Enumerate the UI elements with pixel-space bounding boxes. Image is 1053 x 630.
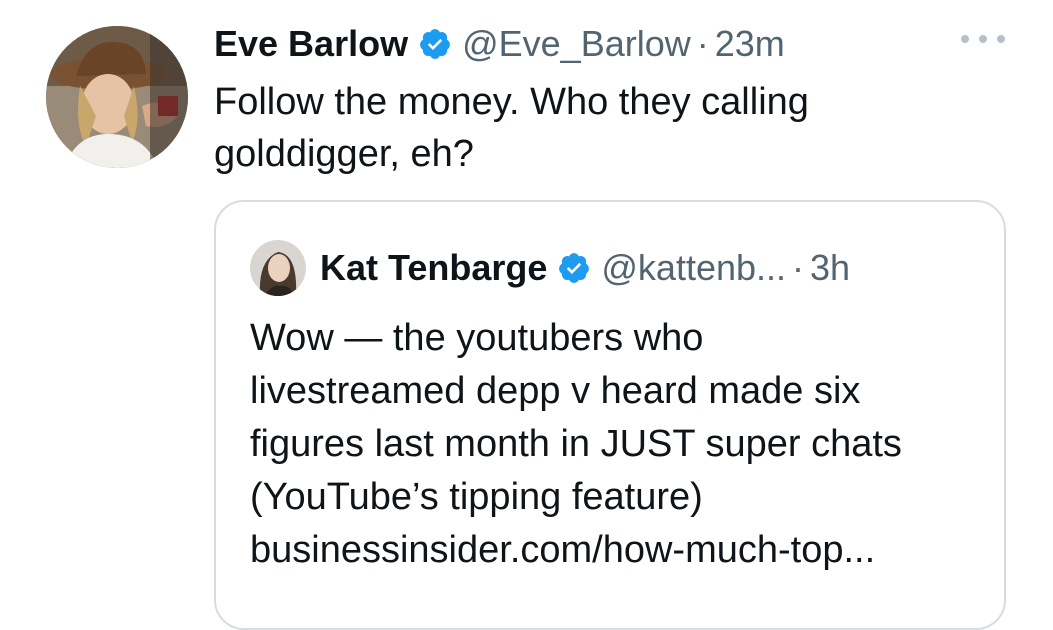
tweet-card[interactable]: Eve Barlow @Eve_Barlow · 23m Follow the … <box>0 0 1053 630</box>
tweet-timestamp[interactable]: 23m <box>715 22 785 66</box>
quoted-author-avatar[interactable] <box>250 240 306 296</box>
more-options-icon[interactable] <box>961 24 1005 54</box>
author-handle[interactable]: @Eve_Barlow <box>462 22 691 66</box>
quoted-text-line: figures last month in JUST super chats <box>250 423 902 465</box>
verified-badge-icon <box>418 27 452 61</box>
quoted-tweet-header: Kat Tenbarge @kattenb... · 3h <box>250 240 850 296</box>
avatar-photo-icon <box>250 240 306 296</box>
author-name[interactable]: Eve Barlow <box>214 22 408 66</box>
quoted-tweet-text: Wow — the youtubers who livestreamed dep… <box>250 312 990 577</box>
dot-2 <box>979 35 987 43</box>
tweet-header: Eve Barlow @Eve_Barlow · 23m <box>214 22 785 66</box>
quoted-author-handle[interactable]: @kattenb... <box>601 247 786 289</box>
dot-1 <box>961 35 969 43</box>
dot-3 <box>997 35 1005 43</box>
verified-badge-icon <box>557 251 591 285</box>
tweet-text: Follow the money. Who they calling goldd… <box>214 81 809 175</box>
quoted-author-name[interactable]: Kat Tenbarge <box>320 247 547 289</box>
quoted-text-line: Wow — the youtubers who <box>250 317 704 359</box>
author-avatar[interactable] <box>46 26 188 168</box>
quoted-tweet-timestamp[interactable]: 3h <box>810 247 850 289</box>
quoted-link[interactable]: businessinsider.com/how-much-top... <box>250 524 990 577</box>
avatar-photo-icon <box>46 26 188 168</box>
quoted-tweet-card[interactable]: Kat Tenbarge @kattenb... · 3h Wow — the … <box>214 200 1006 630</box>
separator-dot: · <box>792 247 805 288</box>
quoted-text-line: (YouTube’s tipping feature) <box>250 476 703 518</box>
quoted-text-line: livestreamed depp v heard made six <box>250 370 861 412</box>
separator-dot: · <box>696 23 709 64</box>
